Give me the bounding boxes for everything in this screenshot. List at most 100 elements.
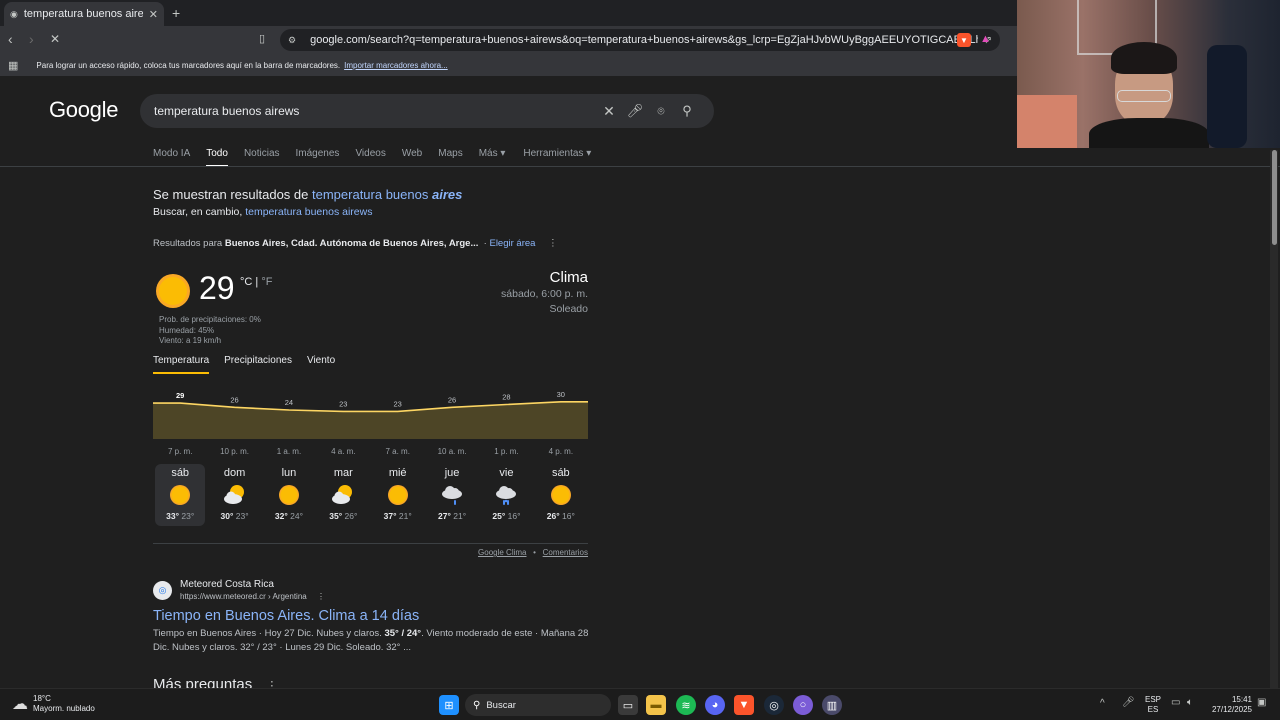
bookmark-icon[interactable]: ▯ (259, 32, 265, 45)
notifications-icon[interactable]: ▣ (1257, 697, 1266, 708)
forecast-low: 21° (398, 511, 412, 521)
more-questions-heading: Más preguntas ⋮ (153, 676, 277, 688)
google-logo[interactable]: Google (49, 97, 118, 123)
tab-precipitaciones[interactable]: Precipitaciones (224, 355, 292, 374)
correction-link-text: temperatura buenos (312, 187, 429, 202)
new-tab-icon[interactable]: + (172, 5, 180, 21)
forecast-low: 24° (290, 511, 303, 521)
tab-modo-ia[interactable]: Modo IA (153, 148, 190, 167)
address-bar[interactable]: ⚙ google.com/search?q=temperatura+buenos… (280, 29, 1000, 51)
language-indicator[interactable]: ESP ES (1145, 695, 1161, 715)
forecast-day[interactable]: mar 35° 26° (318, 464, 368, 526)
more-questions-menu-icon[interactable]: ⋮ (266, 679, 277, 688)
lang-top: ESP (1145, 695, 1162, 704)
brave-shields-icon[interactable]: ▼ (957, 33, 971, 47)
correction-link[interactable]: temperatura buenos aires (312, 187, 462, 202)
file-explorer-icon[interactable]: ▬ (646, 695, 666, 715)
result-menu-icon[interactable]: ⋮ (317, 592, 325, 601)
forecast-day-name: mié (388, 467, 407, 479)
tray-mic-icon[interactable]: 🎤︎ (1122, 697, 1135, 708)
clock-date: 27/12/2025 (1211, 705, 1252, 714)
tab-web[interactable]: Web (402, 148, 422, 167)
forecast-day[interactable]: dom 30° 23° (210, 464, 260, 526)
taskbar-weather[interactable]: ☁ 18°C Mayorm. nublado (12, 694, 95, 714)
network-icon[interactable]: ▭ (1171, 697, 1180, 708)
import-bookmarks-link[interactable]: Importar marcadores ahora... (344, 61, 448, 70)
forecast-day-name: sáb (171, 467, 190, 479)
forecast-high: 35° (329, 511, 343, 521)
forecast-day-name: lun (281, 467, 297, 479)
unit-celsius[interactable]: °C (240, 276, 252, 288)
tab-mas[interactable]: Más ▾ (479, 148, 506, 167)
lens-icon[interactable]: ⌾ (648, 104, 674, 119)
discord-icon[interactable]: ◕ (705, 695, 725, 715)
forecast-day-name: sáb (551, 467, 570, 479)
forecast-low: 26° (344, 511, 358, 521)
stop-loading-icon[interactable]: ✕ (50, 32, 60, 46)
taskbar-search[interactable]: ⚲ Buscar (465, 694, 611, 716)
forward-icon[interactable]: › (29, 31, 34, 47)
site-settings-icon[interactable]: ⚙ (288, 35, 296, 46)
weather-footer: Google Clima • Comentarios (153, 543, 588, 557)
tab-noticias[interactable]: Noticias (244, 148, 280, 167)
browser-tab[interactable]: ◉ temperatura buenos airews - Bu ✕ (4, 2, 164, 26)
feedback-link[interactable]: Comentarios (543, 548, 588, 557)
tab-herramientas[interactable]: Herramientas ▾ (523, 148, 591, 167)
chart-hour-label: 10 a. m. (437, 447, 467, 456)
forecast-day[interactable]: lun 32° 24° (264, 464, 314, 526)
forecast-high: 27° (438, 511, 451, 521)
tab-imagenes[interactable]: Imágenes (296, 148, 340, 167)
scrollbar-thumb[interactable] (1272, 150, 1277, 245)
forecast-day[interactable]: jue 27° 21° (427, 464, 477, 526)
tab-maps[interactable]: Maps (438, 148, 462, 167)
chart-hour-label: 1 a. m. (276, 447, 302, 456)
forecast-day[interactable]: mié 37° 21° (373, 464, 423, 526)
volume-icon[interactable]: 🔈︎ (1187, 697, 1193, 708)
choose-area-link[interactable]: Elegir área (489, 238, 535, 249)
spotify-icon[interactable]: ≋ (676, 695, 696, 715)
close-tab-icon[interactable]: ✕ (149, 8, 158, 21)
more-options-icon[interactable]: ⋮ (548, 238, 558, 249)
obs-icon[interactable]: ○ (793, 695, 813, 715)
brave-icon[interactable]: ▼ (734, 695, 754, 715)
search-instead-link[interactable]: temperatura buenos airews (245, 206, 372, 218)
search-box[interactable]: temperatura buenos airews ✕ 🎤︎ ⌾ ⚲ (140, 94, 714, 128)
tab-temperatura[interactable]: Temperatura (153, 355, 210, 374)
weather-details: Prob. de precipitaciones: 0% Humedad: 45… (159, 315, 261, 347)
back-icon[interactable]: ‹ (8, 31, 13, 47)
forecast-day[interactable]: sáb 26° 16° (536, 464, 586, 526)
results-for-prefix: Resultados para (153, 238, 223, 249)
tray-chevron-icon[interactable]: ^ (1100, 698, 1105, 709)
sun-icon (386, 483, 410, 507)
clock[interactable]: 15:41 27/12/2025 (1208, 695, 1252, 715)
search-input[interactable]: temperatura buenos airews (154, 104, 596, 118)
clear-icon[interactable]: ✕ (596, 103, 622, 120)
result-site-name[interactable]: Meteored Costa Rica (180, 579, 274, 590)
chart-value-label: 30 (557, 391, 565, 399)
steam-icon[interactable]: ◎ (764, 695, 784, 715)
tab-viento[interactable]: Viento (307, 355, 335, 374)
results-location: Resultados para Buenos Aires, Cdad. Autó… (153, 238, 558, 249)
webcam-overlay (1017, 0, 1280, 148)
search-icon[interactable]: ⚲ (674, 103, 700, 119)
taskbar-search-icon: ⚲ (473, 699, 481, 711)
unit-fahrenheit[interactable]: °F (261, 276, 272, 288)
start-icon[interactable]: ⊞ (439, 695, 459, 715)
tab-videos[interactable]: Videos (355, 148, 385, 167)
tab-todo[interactable]: Todo (206, 148, 228, 167)
result-url-text[interactable]: https://www.meteored.cr › Argentina (180, 592, 307, 601)
forecast-high: 32° (274, 511, 288, 521)
app-icon[interactable]: ▥ (822, 695, 842, 715)
forecast-day[interactable]: sáb 33° 23° (155, 464, 206, 526)
microphone-icon[interactable]: 🎤︎ (622, 103, 648, 119)
forecast-day[interactable]: vie 25° 16° (481, 464, 531, 526)
clock-time: 15:41 (1231, 695, 1252, 704)
chart-hour-label: 7 p. m. (167, 447, 193, 456)
brave-rewards-icon[interactable]: ▲ (980, 33, 991, 45)
correction-link-bold: aires (431, 187, 463, 202)
task-view-icon[interactable]: ▭ (618, 695, 638, 715)
apps-grid-icon[interactable]: ▦ (8, 59, 18, 72)
forecast-temps: 35° 26° (318, 511, 368, 521)
google-weather-link[interactable]: Google Clima (478, 548, 526, 557)
result-title[interactable]: Tiempo en Buenos Aires. Clima a 14 días (153, 608, 419, 624)
